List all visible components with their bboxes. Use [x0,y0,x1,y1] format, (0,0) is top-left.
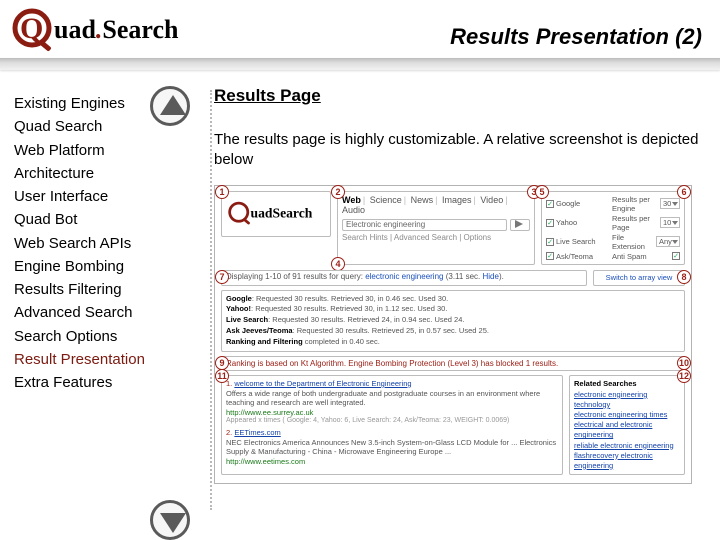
result-url[interactable]: http://www.ee.surrey.ac.uk [226,408,558,417]
main-content: Results Page The results page is highly … [196,76,720,536]
nav-item[interactable]: Engine Bombing [14,255,184,278]
callout-badge: 8 [677,270,691,284]
svg-text:uad.Search: uad.Search [54,15,179,44]
nav-item[interactable]: User Interface [14,185,184,208]
nav-item[interactable]: Quad Search [14,115,184,138]
header: Q uad.Search Results Presentation (2) [0,0,720,76]
checkbox[interactable]: ✓ [546,219,554,227]
related-heading: Related Searches [574,379,680,388]
related-link[interactable]: electronic engineering technology [574,390,680,410]
callout-badge: 9 [215,356,229,370]
result-item[interactable]: 2. EETimes.com NEC Electronics America A… [226,428,558,466]
nav-item[interactable]: Results Filtering [14,278,184,301]
nav-item[interactable]: Architecture [14,162,184,185]
results-list: 11 1. welcome to the Department of Elect… [221,375,563,475]
tab[interactable]: Video [480,195,503,205]
callout-badge: 4 [331,257,345,271]
app-screenshot: uadSearch 1 3 2 Web| Science| News| Imag… [214,185,692,484]
ranking-bar: 9 Ranking is based on Kt Algorithm. Engi… [221,356,685,371]
checkbox[interactable]: ✓ [546,238,554,246]
callout-badge: 1 [215,185,229,199]
checkbox[interactable]: ✓ [672,252,680,260]
tab[interactable]: Web [342,195,361,205]
svg-text:Q: Q [20,12,43,45]
app-logo-block: uadSearch 1 [221,191,331,237]
opt-label: Results per Engine [612,195,660,213]
tab[interactable]: Audio [342,205,365,215]
callout-badge: 12 [677,369,691,383]
opt-label: Google [556,199,580,208]
related-link[interactable]: flashrecovery electronic engineering [574,451,680,471]
search-input[interactable]: Electronic engineering [342,219,507,231]
callout-badge: 11 [215,369,229,383]
callout-badge: 7 [215,270,229,284]
related-searches: 12 Related Searches electronic engineeri… [569,375,685,475]
result-desc: Offers a wide range of both undergraduat… [226,389,558,407]
opt-label: Results per Page [612,214,660,232]
nav-item[interactable]: Web Search APIs [14,232,184,255]
nav-item[interactable]: Web Platform [14,139,184,162]
logo: Q uad.Search [8,6,250,54]
related-link[interactable]: electronic engineering times [574,410,680,420]
related-link[interactable]: electrical and electronic engineering [574,420,680,440]
search-icon [515,220,525,228]
result-desc: NEC Electronics America Announces New 3.… [226,438,558,456]
svg-text:uadSearch: uadSearch [251,205,313,220]
result-url[interactable]: http://www.eetimes.com [226,457,558,466]
sidebar: Existing Engines Quad Search Web Platfor… [0,76,196,536]
hide-link[interactable]: Hide [483,272,499,281]
nav-item-current[interactable]: Result Presentation [14,348,184,371]
search-hints[interactable]: Search Hints | Advanced Search | Options [342,233,530,242]
checkbox[interactable]: ✓ [546,200,554,208]
result-meta: Appeared x times ( Google: 4, Yahoo: 6, … [226,417,558,424]
nav-next-button[interactable] [150,500,194,540]
text: (3.11 sec. [446,272,481,281]
chevron-down-icon [160,513,186,533]
text: ). [499,272,504,281]
select[interactable]: 30 [660,198,680,209]
switch-view-button[interactable]: Switch to array view 8 [593,270,685,286]
engine-stats: Google: Requested 30 results. Retrieved … [221,290,685,352]
tabs-block: 3 2 Web| Science| News| Images| Video| A… [337,191,535,265]
section-heading: Results Page [214,86,706,106]
displaying-bar: 7 Displaying 1-10 of 91 results for quer… [221,270,587,286]
result-title[interactable]: welcome to the Department of Electronic … [234,379,411,388]
intro-text: The results page is highly customizable.… [214,130,706,171]
opt-label: Ask/Teoma [556,252,593,261]
tab-row: Web| Science| News| Images| Video| Audio [342,195,530,215]
select[interactable]: Any [656,236,680,247]
opt-label: File Extension [612,233,656,251]
callout-badge: 10 [677,356,691,370]
search-button[interactable] [510,219,530,231]
nav-list: Existing Engines Quad Search Web Platfor… [14,92,184,394]
text: Displaying 1-10 of 91 results for query: [226,272,363,281]
header-divider [0,58,720,70]
result-item[interactable]: 1. welcome to the Department of Electron… [226,379,558,424]
options-block: 5 6 ✓Google Results per Engine30 ✓Yahoo … [541,191,685,265]
tab[interactable]: Images [442,195,472,205]
nav-item[interactable]: Quad Bot [14,208,184,231]
tab[interactable]: Science [370,195,402,205]
related-link[interactable]: reliable electronic engineering [574,441,680,451]
query-text: electronic engineering [365,272,443,281]
nav-item[interactable]: Existing Engines [14,92,184,115]
result-title[interactable]: EETimes.com [234,428,280,437]
tab[interactable]: News [411,195,434,205]
callout-badge: 6 [677,185,691,199]
select[interactable]: 10 [660,217,680,228]
nav-item[interactable]: Advanced Search [14,301,184,324]
callout-badge: 5 [535,185,549,199]
callout-badge: 2 [331,185,345,199]
nav-item[interactable]: Search Options [14,325,184,348]
checkbox[interactable]: ✓ [546,252,554,260]
opt-label: Yahoo [556,218,577,227]
result-num: 2. [226,428,232,437]
opt-label: Live Search [556,237,596,246]
opt-label: Anti Spam [612,252,647,261]
nav-item[interactable]: Extra Features [14,371,184,394]
page-title: Results Presentation (2) [450,24,702,50]
